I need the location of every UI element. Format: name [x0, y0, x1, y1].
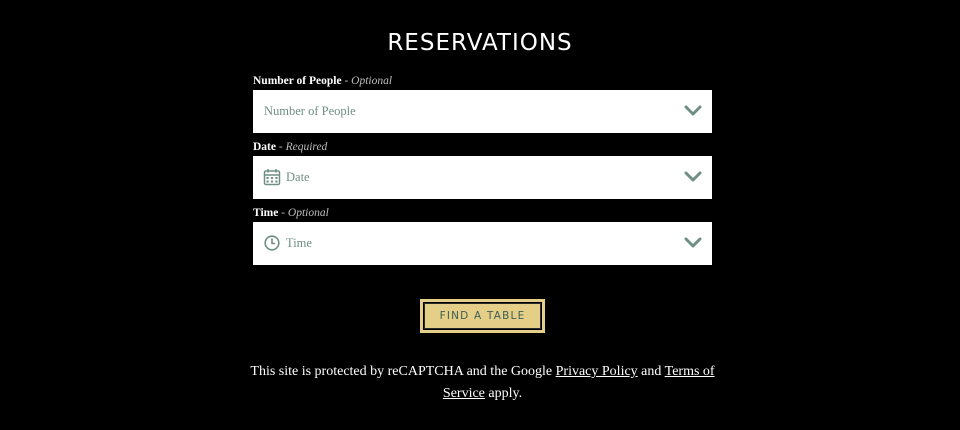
clock-icon — [264, 235, 280, 251]
people-label-text: Number of People — [253, 75, 342, 87]
find-a-table-button[interactable]: FIND A TABLE — [420, 299, 545, 333]
page-title: RESERVATIONS — [387, 30, 573, 56]
time-field-label: Time - Optional — [253, 206, 712, 221]
recaptcha-notice-suffix: apply. — [484, 386, 523, 401]
privacy-policy-link[interactable]: Privacy Policy — [556, 364, 638, 379]
calendar-icon — [263, 169, 281, 186]
time-placeholder: Time — [286, 236, 312, 250]
date-placeholder: Date — [286, 170, 310, 184]
recaptcha-notice: This site is protected by reCAPTCHA and … — [250, 361, 715, 405]
find-a-table-label: FIND A TABLE — [439, 310, 526, 322]
date-hint: - Required — [276, 141, 328, 153]
reservations-page: RESERVATIONS Number of People - Optional… — [0, 0, 960, 430]
time-select[interactable]: Time — [253, 222, 712, 265]
people-placeholder: Number of People — [264, 104, 356, 118]
chevron-down-icon — [684, 171, 702, 182]
date-label-text: Date — [253, 141, 276, 153]
date-select[interactable]: Date — [253, 156, 712, 199]
chevron-down-icon — [684, 105, 702, 116]
time-label-text: Time — [253, 207, 279, 219]
recaptcha-notice-middle: and — [637, 364, 665, 379]
time-hint: - Optional — [278, 207, 329, 219]
date-field-label: Date - Required — [253, 140, 712, 155]
people-select[interactable]: Number of People — [253, 90, 712, 133]
chevron-down-icon — [684, 237, 702, 248]
people-field-label: Number of People - Optional — [253, 74, 712, 89]
recaptcha-notice-prefix: This site is protected by reCAPTCHA and … — [250, 364, 556, 379]
reservation-form: Number of People - Optional Number of Pe… — [253, 74, 712, 272]
people-hint: - Optional — [341, 75, 393, 87]
